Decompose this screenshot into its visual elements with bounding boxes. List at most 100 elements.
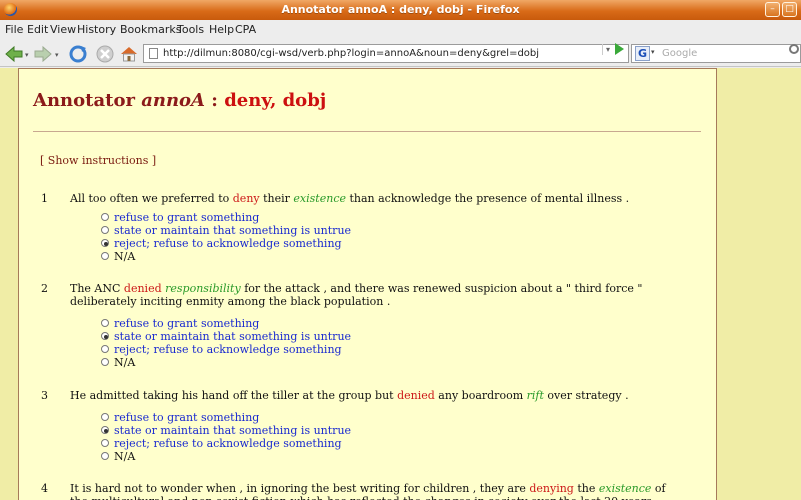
menubar: File Edit View History Bookmarks Tools H… <box>0 20 801 40</box>
sentence-mid: their <box>259 192 294 205</box>
radio-button[interactable] <box>101 252 109 260</box>
window-titlebar: Annotator annoA : deny, dobj - Firefox –… <box>0 0 801 20</box>
target-verb: denied <box>123 282 162 295</box>
radio-button[interactable] <box>101 226 109 234</box>
radio-button[interactable] <box>101 358 109 366</box>
sense-label: refuse to grant something <box>114 211 260 224</box>
menu-help[interactable]: Help <box>209 23 234 36</box>
go-icon[interactable] <box>615 43 624 55</box>
forward-icon[interactable] <box>33 44 53 64</box>
item-number: 2 <box>41 282 48 295</box>
url-history-dropdown-icon[interactable]: ▾ <box>602 44 613 55</box>
search-icon[interactable] <box>789 44 799 54</box>
na-label: N/A <box>114 450 136 463</box>
sense-option-na[interactable]: N/A <box>101 450 135 463</box>
sense-label: reject; refuse to acknowledge something <box>114 237 342 250</box>
home-icon[interactable] <box>119 44 139 64</box>
url-text: http://dilmun:8080/cgi-wsd/verb.php?logi… <box>163 48 540 59</box>
radio-button-selected[interactable] <box>101 239 109 247</box>
divider <box>33 131 701 132</box>
radio-button[interactable] <box>101 439 109 447</box>
item-number: 1 <box>41 192 48 205</box>
item-number: 4 <box>41 482 48 495</box>
sense-option[interactable]: state or maintain that something is untr… <box>101 424 351 437</box>
sentence-text: All too often we preferred to deny their… <box>70 192 670 205</box>
radio-button-selected[interactable] <box>101 426 109 434</box>
sense-option[interactable]: refuse to grant something <box>101 211 259 224</box>
sense-option[interactable]: state or maintain that something is untr… <box>101 330 351 343</box>
search-placeholder: Google <box>662 48 698 59</box>
menu-file[interactable]: File <box>5 23 23 36</box>
sense-option[interactable]: reject; refuse to acknowledge something <box>101 237 342 250</box>
object-noun: rift <box>526 389 544 402</box>
radio-button[interactable] <box>101 413 109 421</box>
sense-option[interactable]: reject; refuse to acknowledge something <box>101 343 342 356</box>
target-verb: denied <box>397 389 435 402</box>
sense-option-na[interactable]: N/A <box>101 250 135 263</box>
object-noun: existence <box>293 192 346 205</box>
target-verb: deny <box>232 192 260 205</box>
menu-history[interactable]: History <box>77 23 116 36</box>
heading-separator: : <box>205 90 225 111</box>
sense-label: refuse to grant something <box>114 317 260 330</box>
radio-button[interactable] <box>101 213 109 221</box>
radio-button-selected[interactable] <box>101 332 109 340</box>
target-verb: denying <box>529 482 574 495</box>
search-bar[interactable]: G ▾ Google <box>631 44 801 63</box>
annotator-name: annoA <box>141 90 206 111</box>
sentence-after: than acknowledge the presence of mental … <box>345 192 630 205</box>
sentence-text: The ANC denied responsibility for the at… <box>70 282 670 308</box>
window-title: Annotator annoA : deny, dobj - Firefox <box>281 3 520 16</box>
radio-button[interactable] <box>101 345 109 353</box>
search-engine-icon[interactable]: G <box>635 46 650 61</box>
sense-label: refuse to grant something <box>114 411 260 424</box>
sentence-before: All too often we preferred to <box>70 192 233 205</box>
na-label: N/A <box>114 356 136 369</box>
sentence-text: He admitted taking his hand off the till… <box>70 389 670 402</box>
show-instructions-link[interactable]: [ Show instructions ] <box>40 154 156 167</box>
menu-bookmarks[interactable]: Bookmarks <box>120 23 181 36</box>
menu-edit[interactable]: Edit <box>27 23 48 36</box>
radio-button[interactable] <box>101 319 109 327</box>
radio-button[interactable] <box>101 452 109 460</box>
sense-option[interactable]: reject; refuse to acknowledge something <box>101 437 342 450</box>
annotation-panel: Annotator annoA : deny, dobj [ Show inst… <box>18 68 717 500</box>
sense-label: state or maintain that something is untr… <box>114 224 352 237</box>
sentence-mid: the <box>573 482 599 495</box>
sense-label: reject; refuse to acknowledge something <box>114 437 342 450</box>
na-label: N/A <box>114 250 136 263</box>
back-icon[interactable] <box>4 44 24 64</box>
forward-dropdown-icon[interactable]: ▾ <box>55 51 59 59</box>
sense-option-na[interactable]: N/A <box>101 356 135 369</box>
sentence-before: It is hard not to wonder when , in ignor… <box>70 482 530 495</box>
stop-icon[interactable] <box>95 44 115 64</box>
sense-option[interactable]: refuse to grant something <box>101 317 259 330</box>
object-noun: responsibility <box>165 282 241 295</box>
menu-tools[interactable]: Tools <box>177 23 204 36</box>
sense-label: reject; refuse to acknowledge something <box>114 343 342 356</box>
page-content: Annotator annoA : deny, dobj [ Show inst… <box>0 68 801 500</box>
item-number: 3 <box>41 389 48 402</box>
menu-view[interactable]: View <box>50 23 76 36</box>
reload-icon[interactable] <box>68 44 88 64</box>
page-title: Annotator annoA : deny, dobj <box>33 90 326 111</box>
sentence-mid: any boardroom <box>434 389 527 402</box>
navigation-toolbar: ▾ ▾ http://dilmun:8080/cgi-wsd/verb.php?… <box>0 40 801 67</box>
sense-option[interactable]: state or maintain that something is untr… <box>101 224 351 237</box>
verb-relation: deny, dobj <box>224 90 327 111</box>
search-engine-dropdown-icon[interactable]: ▾ <box>651 48 655 56</box>
sentence-text: It is hard not to wonder when , in ignor… <box>70 482 670 500</box>
page-icon <box>149 48 158 59</box>
sentence-after: over strategy . <box>543 389 629 402</box>
sense-option[interactable]: refuse to grant something <box>101 411 259 424</box>
menu-cpa[interactable]: CPA <box>235 23 256 36</box>
sense-label: state or maintain that something is untr… <box>114 424 352 437</box>
minimize-icon[interactable]: – <box>765 2 780 17</box>
sense-label: state or maintain that something is untr… <box>114 330 352 343</box>
back-dropdown-icon[interactable]: ▾ <box>25 51 29 59</box>
url-bar[interactable]: http://dilmun:8080/cgi-wsd/verb.php?logi… <box>143 44 629 63</box>
sentence-before: The ANC <box>70 282 124 295</box>
maximize-icon[interactable]: □ <box>782 2 797 17</box>
heading-prefix: Annotator <box>33 90 142 111</box>
sentence-before: He admitted taking his hand off the till… <box>70 389 398 402</box>
